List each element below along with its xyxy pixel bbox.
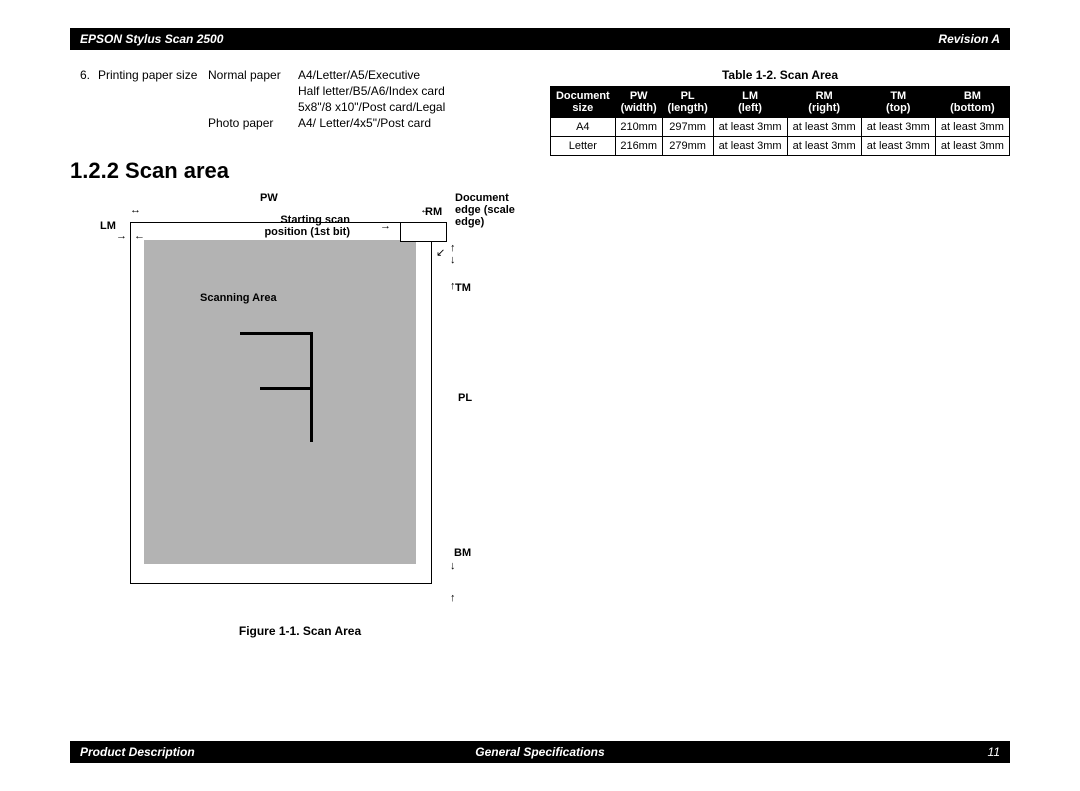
th-pl-l2: (length) <box>667 102 709 114</box>
normal-paper-sizes-1: A4/Letter/A5/Executive <box>298 68 420 82</box>
label-pw: PW <box>260 192 278 204</box>
spec-label: Printing paper size <box>98 68 208 82</box>
normal-paper-sizes-3: 5x8"/8 x10"/Post card/Legal <box>298 100 445 114</box>
arrow-left-icon: ↔ <box>130 204 141 216</box>
label-tm: TM <box>455 282 471 294</box>
arrow-tm-down-icon: ↓ <box>450 254 456 266</box>
photo-paper-name: Photo paper <box>208 116 298 130</box>
cell: 279mm <box>662 137 713 156</box>
label-bm: BM <box>454 547 471 559</box>
section-heading: 1.2.2 Scan area <box>70 158 530 184</box>
arrow-bm-up-icon: ↑ <box>450 592 456 604</box>
th-docsize-l2: size <box>555 102 611 114</box>
arrow-bm-down-icon: ↓ <box>450 560 456 572</box>
header-bar: EPSON Stylus Scan 2500 Revision A <box>70 28 1010 50</box>
th-tm-l1: TM <box>890 90 906 102</box>
label-lm: LM <box>100 220 116 232</box>
label-docedge: Document edge (scale edge) <box>455 192 525 228</box>
photo-paper-sizes: A4/ Letter/4x5"/Post card <box>298 116 431 130</box>
left-column: 6. Printing paper size Normal paper A4/L… <box>70 68 530 638</box>
normal-paper-sizes-2: Half letter/B5/A6/Index card <box>298 84 445 98</box>
paper-spec-block: 6. Printing paper size Normal paper A4/L… <box>70 68 530 130</box>
th-bm-l2: (bottom) <box>940 102 1005 114</box>
arrow-lm-icon: → <box>116 230 127 242</box>
th-docsize-l1: Document <box>556 90 610 102</box>
cell: at least 3mm <box>861 118 935 137</box>
th-lm-l1: LM <box>742 90 758 102</box>
label-start: Starting scan position (1st bit) <box>240 214 350 238</box>
header-left: EPSON Stylus Scan 2500 <box>80 28 223 50</box>
th-rm-l2: (right) <box>792 102 857 114</box>
cell: at least 3mm <box>713 118 787 137</box>
arrow-right-icon: ↔ <box>420 204 431 216</box>
table-header-row: Documentsize PW(width) PL(length) LM(lef… <box>551 87 1010 118</box>
scan-area-diagram: PW LM Starting scan position (1st bit) R… <box>80 192 500 612</box>
cell: at least 3mm <box>787 118 861 137</box>
cell: 216mm <box>615 137 662 156</box>
th-lm-l2: (left) <box>718 102 783 114</box>
cell: at least 3mm <box>713 137 787 156</box>
scan-area-table: Documentsize PW(width) PL(length) LM(lef… <box>550 86 1010 156</box>
cell: at least 3mm <box>935 118 1009 137</box>
page-content: 6. Printing paper size Normal paper A4/L… <box>0 50 1080 638</box>
document-edge-box <box>400 222 447 242</box>
cell: at least 3mm <box>935 137 1009 156</box>
table-row: Letter 216mm 279mm at least 3mm at least… <box>551 137 1010 156</box>
arrow-docedge-icon: ↙ <box>436 246 445 259</box>
arrow-rm-icon: → <box>380 220 391 232</box>
th-tm-l2: (top) <box>866 102 931 114</box>
cell: at least 3mm <box>787 137 861 156</box>
cell: at least 3mm <box>861 137 935 156</box>
fiducial-mark-h2 <box>260 387 313 390</box>
fiducial-mark-h1 <box>240 332 313 335</box>
arrow-tm-up-icon: ↑ <box>450 280 456 292</box>
footer-bar: Product Description General Specificatio… <box>70 741 1010 763</box>
th-bm-l1: BM <box>964 90 981 102</box>
footer-center: General Specifications <box>70 741 1010 763</box>
cell: 297mm <box>662 118 713 137</box>
cell: Letter <box>551 137 616 156</box>
spec-number: 6. <box>70 68 98 82</box>
th-pw-l1: PW <box>630 90 648 102</box>
th-pw-l2: (width) <box>620 102 658 114</box>
normal-paper-name: Normal paper <box>208 68 298 82</box>
arrow-lm2-icon: ← <box>134 230 145 242</box>
label-scanning-area: Scanning Area <box>200 292 277 304</box>
label-pl: PL <box>458 392 472 404</box>
th-pl-l1: PL <box>681 90 695 102</box>
arrow-pl-top-icon: ↑ <box>450 242 456 254</box>
figure-caption: Figure 1-1. Scan Area <box>70 624 530 638</box>
scanning-area-box <box>144 240 416 564</box>
table-caption: Table 1-2. Scan Area <box>550 68 1010 82</box>
table-row: A4 210mm 297mm at least 3mm at least 3mm… <box>551 118 1010 137</box>
cell: A4 <box>551 118 616 137</box>
cell: 210mm <box>615 118 662 137</box>
right-column: Table 1-2. Scan Area Documentsize PW(wid… <box>530 68 1010 638</box>
th-rm-l1: RM <box>816 90 833 102</box>
header-right: Revision A <box>938 28 1000 50</box>
